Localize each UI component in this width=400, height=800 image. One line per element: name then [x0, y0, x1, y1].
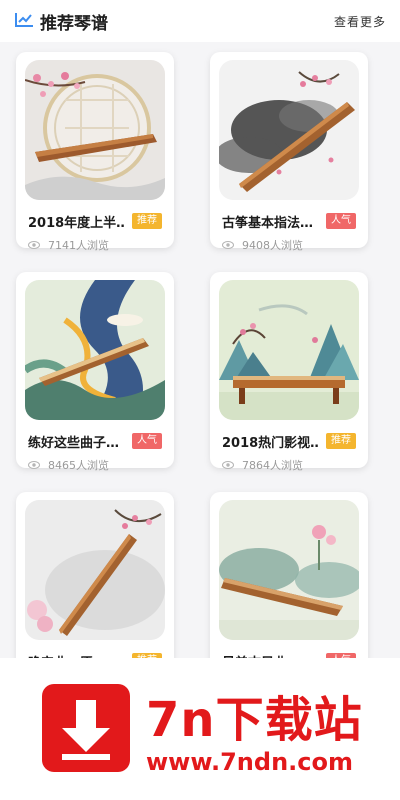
popular-badge: 人气	[132, 433, 162, 449]
view-count: 7141人浏览	[28, 237, 109, 253]
download-site-banner[interactable]: 7n下载站 www.7ndn.com	[0, 658, 400, 800]
score-grid: 2018年度上半… 推荐 7141人浏览 古筝基本指法… 人气 9408人浏览 …	[0, 42, 400, 688]
eye-icon	[222, 461, 234, 469]
score-card[interactable]: 2018热门影视… 推荐 7864人浏览	[210, 272, 368, 472]
lotus-zither-illustration	[219, 500, 359, 640]
view-count-text: 9408人浏览	[242, 239, 303, 252]
section-title: 推荐琴谱	[40, 14, 108, 34]
card-title: 2018年度上半…	[28, 216, 124, 231]
view-more-link[interactable]: 查看更多	[334, 13, 386, 30]
score-card[interactable]: 练好这些曲子… 人气 8465人浏览	[16, 272, 174, 472]
view-count: 7864人浏览	[222, 457, 303, 473]
eye-icon	[28, 241, 40, 249]
view-count-text: 8465人浏览	[48, 459, 109, 472]
score-card[interactable]: 2018年度上半… 推荐 7141人浏览	[16, 52, 174, 252]
card-title: 古筝基本指法…	[222, 216, 314, 231]
blossom-zither-illustration	[25, 500, 165, 640]
list-chart-icon	[15, 13, 33, 27]
view-count: 9408人浏览	[222, 237, 303, 253]
ink-zither-illustration	[219, 60, 359, 200]
view-count-text: 7141人浏览	[48, 239, 109, 252]
river-zither-illustration	[25, 280, 165, 420]
card-title: 2018热门影视…	[222, 436, 318, 451]
eye-icon	[28, 461, 40, 469]
recommend-badge: 推荐	[326, 433, 356, 449]
view-count-text: 7864人浏览	[242, 459, 303, 472]
header-bar: 推荐琴谱 查看更多	[0, 0, 400, 42]
card-title: 练好这些曲子…	[28, 436, 120, 451]
score-card[interactable]: 古筝基本指法… 人气 9408人浏览	[210, 52, 368, 252]
recommend-badge: 推荐	[132, 213, 162, 229]
download-arrow-icon	[42, 684, 130, 772]
banner-url: www.7ndn.com	[146, 748, 353, 776]
view-count: 8465人浏览	[28, 457, 109, 473]
window-zither-illustration	[25, 60, 165, 200]
banner-title: 7n下载站	[146, 692, 363, 748]
mountain-zither-illustration	[219, 280, 359, 420]
popular-badge: 人气	[326, 213, 356, 229]
eye-icon	[222, 241, 234, 249]
